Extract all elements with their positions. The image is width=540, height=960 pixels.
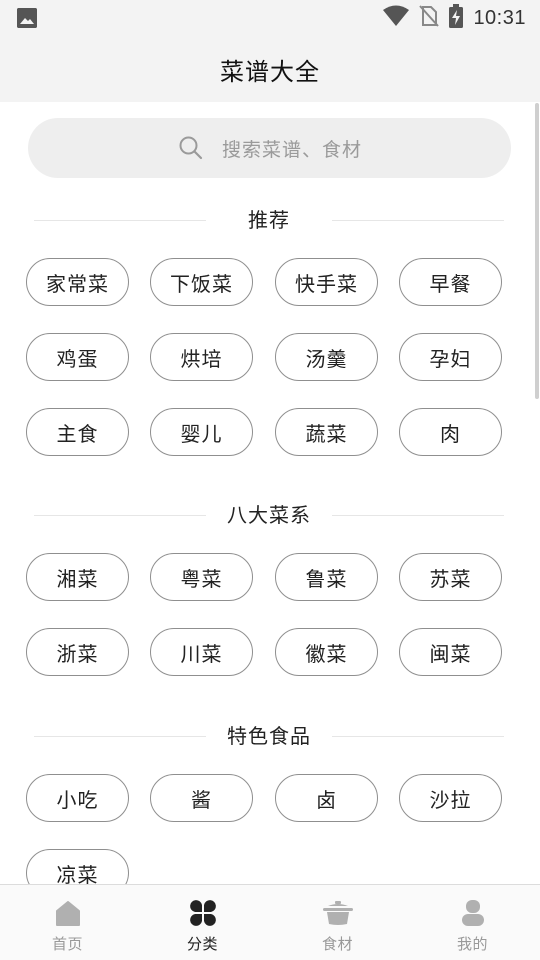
category-chip[interactable]: 小吃: [26, 774, 129, 822]
no-sim-icon: [419, 5, 440, 31]
category-chip[interactable]: 孕妇: [399, 333, 502, 381]
home-icon: [54, 899, 82, 927]
search-placeholder: 搜索菜谱、食材: [222, 139, 363, 161]
category-chip[interactable]: 蔬菜: [275, 408, 378, 456]
wifi-icon: [383, 5, 410, 31]
category-chip[interactable]: 下饭菜: [150, 258, 253, 306]
category-chip[interactable]: 快手菜: [275, 258, 378, 306]
category-chip[interactable]: 卤: [275, 774, 378, 822]
category-chip[interactable]: 苏菜: [399, 553, 502, 601]
nav-item-home[interactable]: 首页: [0, 885, 135, 960]
nav-item-ingredients[interactable]: 食材: [270, 885, 405, 960]
section-title-text: 特色食品: [227, 724, 311, 748]
section-title-recommend: 推荐: [34, 205, 504, 235]
search-icon: [178, 135, 204, 165]
pot-icon: [322, 899, 353, 927]
bottom-nav: 首页 分类 食材 我的: [0, 884, 540, 960]
category-chip[interactable]: 汤羹: [275, 333, 378, 381]
section-title-text: 推荐: [248, 208, 290, 232]
category-chip[interactable]: 家常菜: [26, 258, 129, 306]
category-chip[interactable]: 鲁菜: [275, 553, 378, 601]
category-chip[interactable]: 浙菜: [26, 628, 129, 676]
nav-label: 首页: [51, 935, 83, 953]
nav-item-profile[interactable]: 我的: [405, 885, 540, 960]
nav-label: 食材: [321, 935, 353, 953]
section-title-cuisines: 八大菜系: [34, 500, 504, 530]
category-chip[interactable]: 湘菜: [26, 553, 129, 601]
category-chip[interactable]: 肉: [399, 408, 502, 456]
scrollbar[interactable]: [535, 103, 539, 399]
category-icon: [189, 899, 217, 927]
nav-item-category[interactable]: 分类: [135, 885, 270, 960]
section-title-text: 八大菜系: [227, 503, 311, 527]
category-chip[interactable]: 酱: [150, 774, 253, 822]
category-chip[interactable]: 主食: [26, 408, 129, 456]
category-chip[interactable]: 烘培: [150, 333, 253, 381]
category-chip[interactable]: 徽菜: [275, 628, 378, 676]
category-chip[interactable]: 早餐: [399, 258, 502, 306]
page-title: 菜谱大全: [220, 57, 320, 86]
profile-icon: [461, 899, 485, 927]
search-input[interactable]: 搜索菜谱、食材: [28, 118, 511, 178]
category-chip[interactable]: 婴儿: [150, 408, 253, 456]
battery-charging-icon: [449, 4, 464, 32]
category-chip[interactable]: 沙拉: [399, 774, 502, 822]
gallery-icon: [17, 8, 37, 28]
category-chip[interactable]: 鸡蛋: [26, 333, 129, 381]
category-chip[interactable]: 粤菜: [150, 553, 253, 601]
nav-label: 我的: [456, 935, 488, 953]
nav-label: 分类: [186, 935, 218, 953]
category-chip[interactable]: 川菜: [150, 628, 253, 676]
status-time: 10:31: [473, 6, 526, 29]
status-bar: 10:31: [0, 0, 540, 36]
section-title-specialty: 特色食品: [34, 721, 504, 751]
category-chip[interactable]: 闽菜: [399, 628, 502, 676]
app-header: 菜谱大全: [0, 36, 540, 102]
